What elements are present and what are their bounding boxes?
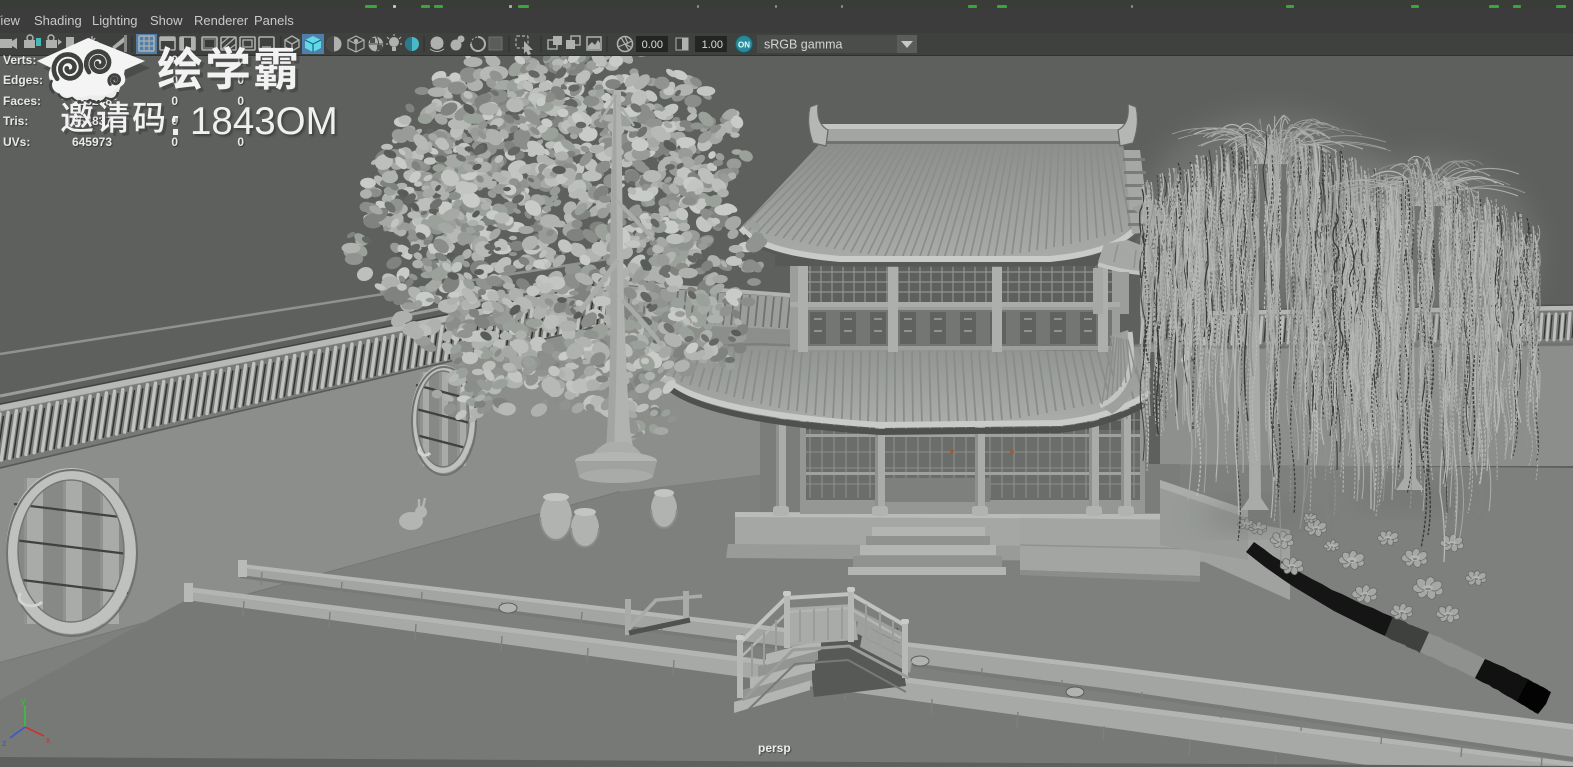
svg-text:sRGB gamma: sRGB gamma — [764, 38, 843, 52]
svg-text:0.00: 0.00 — [642, 39, 663, 51]
svg-text:z: z — [2, 738, 7, 748]
svg-text:1.00: 1.00 — [702, 39, 723, 51]
svg-text:y: y — [21, 696, 26, 706]
svg-text:x: x — [46, 735, 51, 745]
svg-text:ON: ON — [738, 41, 750, 50]
